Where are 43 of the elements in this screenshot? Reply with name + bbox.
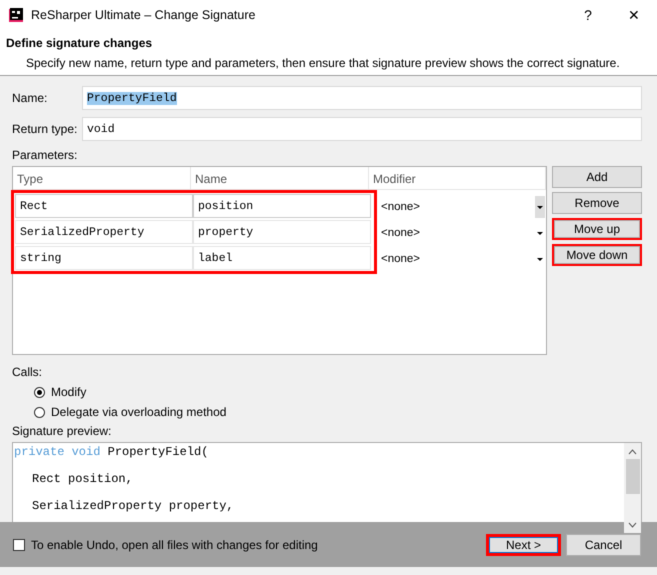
type-cell[interactable]: string [15,246,193,270]
column-header: Name [191,167,369,189]
column-header: Type [13,167,191,189]
name-cell[interactable]: property [193,220,371,244]
type-cell[interactable]: Rect [15,194,193,218]
code-line: Rect position, [32,472,133,486]
close-button[interactable]: ✕ [611,0,657,30]
return-type-label: Return type: [12,122,78,136]
scrollbar[interactable] [624,443,641,533]
help-button[interactable]: ? [565,0,611,30]
return-type-field[interactable]: void [82,117,642,141]
side-button[interactable]: Move down [552,244,642,266]
name-label: Name: [12,91,48,105]
code-line: SerializedProperty property, [32,499,234,513]
footer-button[interactable]: Cancel [566,534,641,556]
app-logo-icon [8,7,24,23]
name-field[interactable]: PropertyField [82,86,642,110]
type-cell[interactable]: SerializedProperty [15,220,193,244]
undo-label[interactable]: To enable Undo, open all files with changes for editing [31,538,318,552]
column-header: Modifier [369,167,546,189]
modifier-dropdown[interactable]: <none> [377,248,545,270]
radio-label[interactable]: Delegate via overloading method [51,405,226,419]
header-title: Define signature changes [6,36,154,50]
radio-button[interactable] [34,406,45,418]
side-button[interactable]: Remove [552,192,642,214]
dropdown-arrow-icon [535,256,545,262]
dropdown-arrow-icon [535,204,545,210]
preview-label: Signature preview: [12,424,112,438]
undo-checkbox[interactable] [13,538,25,550]
header-description: Specify new name, return type and parameters, then ensure that signature preview shows the correct signature. [25,56,620,70]
modifier-dropdown[interactable]: <none> [377,222,545,244]
parameters-label: Parameters: [12,148,78,162]
dropdown-arrow-icon [535,230,545,236]
calls-label: Calls: [12,365,44,379]
side-button[interactable]: Move up [552,218,642,240]
footer-button[interactable]: Next > [486,534,561,556]
name-cell[interactable]: label [193,246,371,270]
radio-label[interactable]: Modify [51,385,86,399]
window-title: ReSharper Ultimate – Change Signature [31,8,256,22]
name-cell[interactable]: position [193,194,371,218]
side-button[interactable]: Add [552,166,642,188]
radio-button[interactable] [34,386,45,398]
code-line: private void PropertyField( [14,445,208,459]
